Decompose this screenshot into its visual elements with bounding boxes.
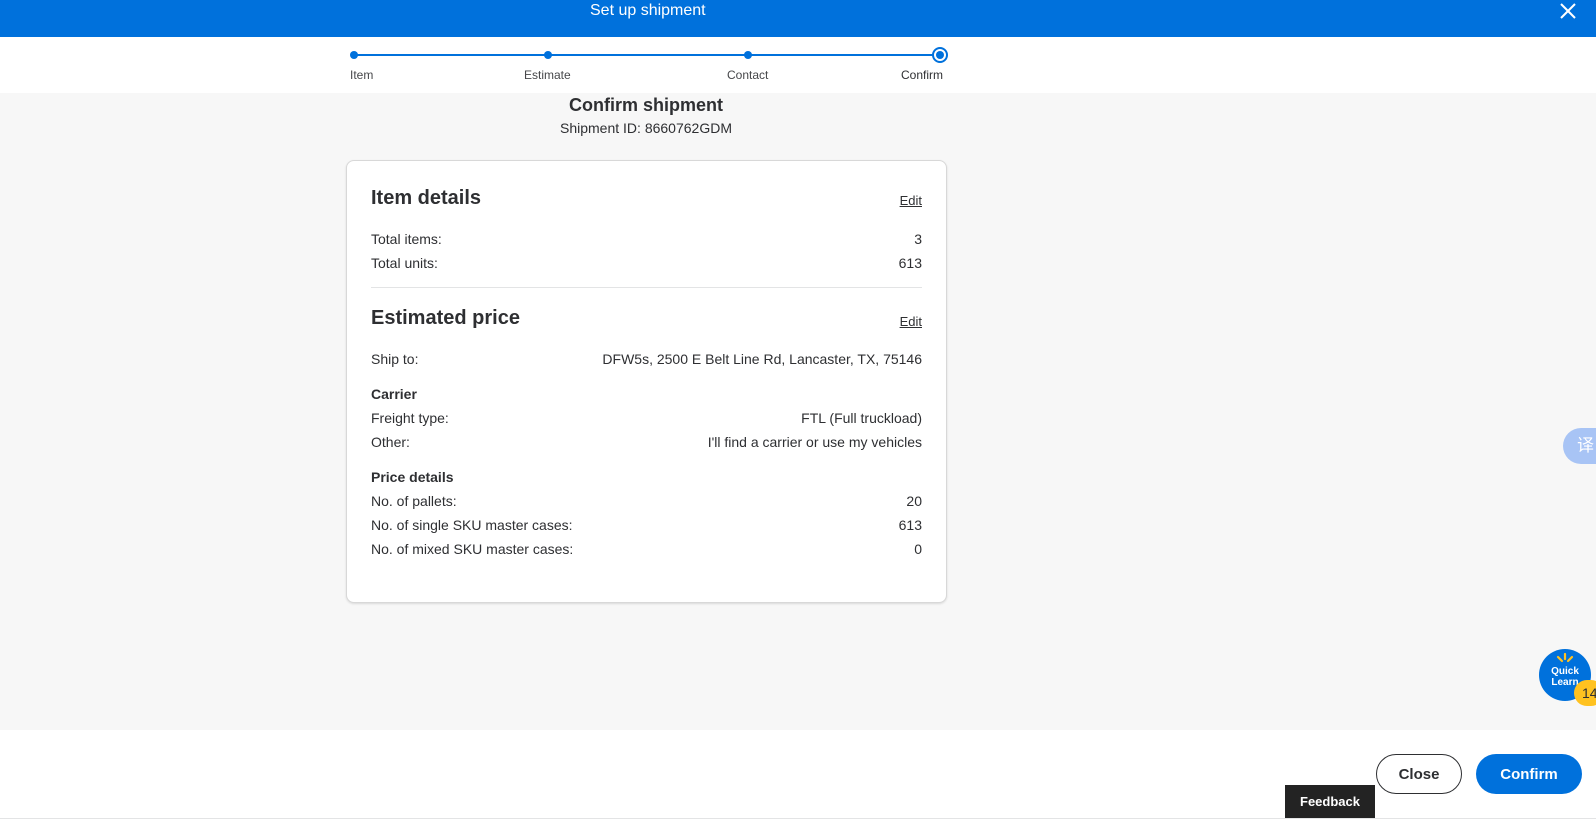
single-sku-label: No. of single SKU master cases: [371, 517, 573, 533]
ship-to-row: Ship to: DFW5s, 2500 E Belt Line Rd, Lan… [371, 351, 922, 369]
step-label-estimate: Estimate [524, 68, 571, 82]
total-items-row: Total items: 3 [371, 231, 922, 249]
price-details-heading: Price details [371, 469, 454, 485]
ship-to-value: DFW5s, 2500 E Belt Line Rd, Lancaster, T… [602, 351, 922, 367]
other-value: I'll find a carrier or use my vehicles [707, 434, 922, 450]
total-units-row: Total units: 613 [371, 255, 922, 273]
pallets-label: No. of pallets: [371, 493, 457, 509]
carrier-heading: Carrier [371, 386, 417, 402]
freight-type-row: Freight type: FTL (Full truckload) [371, 410, 922, 428]
ship-to-label: Ship to: [371, 351, 419, 367]
pallets-row: No. of pallets: 20 [371, 493, 922, 511]
total-units-value: 613 [898, 255, 922, 271]
step-dot-confirm [932, 47, 948, 63]
freight-type-value: FTL (Full truckload) [801, 410, 922, 426]
summary-card: Item details Edit Total items: 3 Total u… [346, 160, 947, 603]
other-label: Other: [371, 434, 410, 450]
total-items-label: Total items: [371, 231, 442, 247]
mixed-sku-value: 0 [914, 541, 922, 557]
confirm-button[interactable]: Confirm [1476, 754, 1582, 794]
step-label-item: Item [350, 68, 374, 82]
step-dot-contact [744, 51, 752, 59]
shipment-id: Shipment ID: 8660762GDM [560, 120, 732, 136]
estimated-price-edit-link[interactable]: Edit [900, 314, 922, 329]
mixed-sku-label: No. of mixed SKU master cases: [371, 541, 574, 557]
mixed-sku-row: No. of mixed SKU master cases: 0 [371, 541, 922, 559]
close-icon[interactable] [1558, 1, 1578, 21]
other-row: Other: I'll find a carrier or use my veh… [371, 434, 922, 452]
translate-icon[interactable]: 译 [1563, 428, 1596, 464]
page-title: Confirm shipment [568, 95, 723, 115]
item-details-title: Item details [371, 187, 482, 209]
pallets-value: 20 [906, 493, 922, 509]
single-sku-value: 613 [898, 517, 922, 533]
section-divider [371, 287, 922, 288]
single-sku-row: No. of single SKU master cases: 613 [371, 517, 922, 535]
progress-stepper: Item Estimate Contact Confirm [0, 37, 1596, 93]
total-items-value: 3 [914, 231, 922, 247]
item-details-edit-link[interactable]: Edit [900, 193, 922, 208]
feedback-button[interactable]: Feedback [1285, 785, 1375, 818]
modal-title: Set up shipment [590, 2, 706, 19]
step-label-contact: Contact [727, 68, 769, 82]
quick-learn-badge: 14 [1574, 680, 1596, 706]
step-label-confirm: Confirm [901, 68, 944, 82]
modal-header: Set up shipment [0, 0, 1596, 37]
estimated-price-title: Estimated price [371, 307, 520, 329]
close-button[interactable]: Close [1376, 754, 1462, 794]
spark-icon [1556, 653, 1574, 663]
total-units-label: Total units: [371, 255, 438, 271]
stepper-track [353, 54, 939, 56]
freight-type-label: Freight type: [371, 410, 449, 426]
footer-divider [0, 818, 1596, 819]
step-dot-estimate [544, 51, 552, 59]
main-content: Confirm shipment Shipment ID: 8660762GDM… [0, 93, 1596, 730]
step-dot-item [350, 51, 358, 59]
